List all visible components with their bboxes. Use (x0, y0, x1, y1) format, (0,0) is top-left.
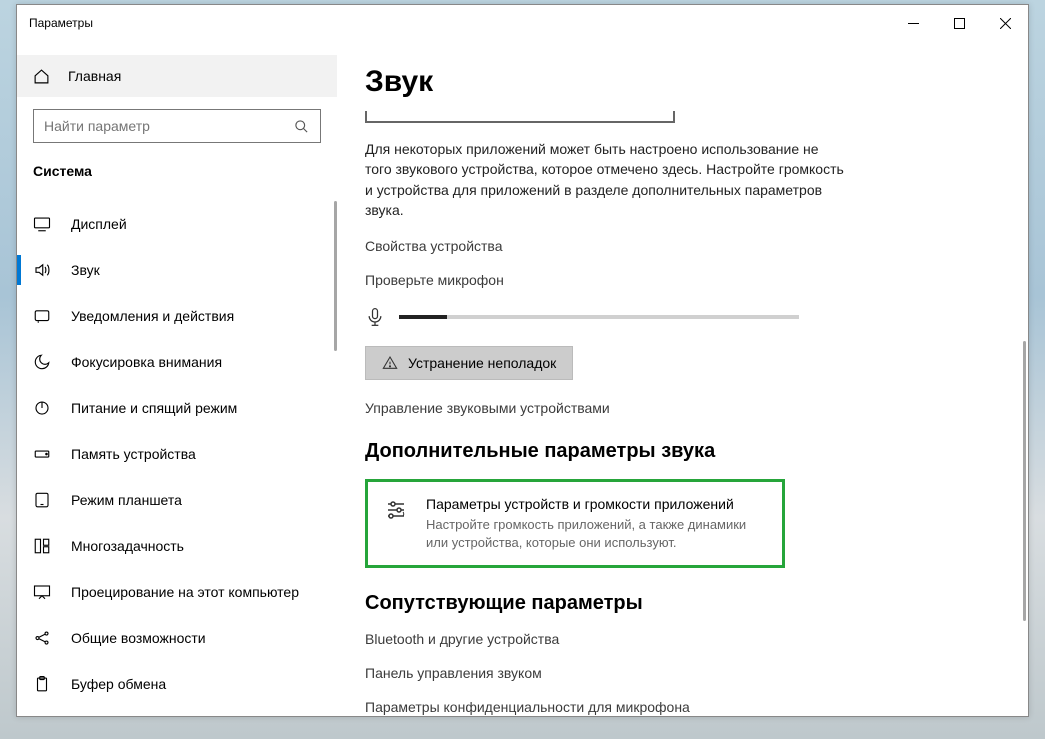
sidebar-home-label: Главная (68, 68, 121, 84)
search-box[interactable] (33, 109, 321, 143)
advanced-heading: Дополнительные параметры звука (365, 440, 988, 463)
sidebar-item-clipboard[interactable]: Буфер обмена (17, 661, 337, 707)
shared-icon (33, 629, 51, 647)
clipboard-icon (33, 675, 51, 693)
sidebar: Главная Система Дисплей (17, 41, 337, 716)
sidebar-item-notifications[interactable]: Уведомления и действия (17, 293, 337, 339)
sidebar-item-label: Проецирование на этот компьютер (71, 584, 299, 600)
sliders-icon (384, 496, 408, 551)
mic-icon (365, 306, 385, 328)
moon-icon (33, 353, 51, 371)
sidebar-item-shared[interactable]: Общие возможности (17, 615, 337, 661)
multitask-icon (33, 537, 51, 555)
maximize-button[interactable] (936, 5, 982, 41)
content: Главная Система Дисплей (17, 41, 1028, 716)
related-bluetooth-link[interactable]: Bluetooth и другие устройства (365, 631, 988, 647)
sound-icon (33, 261, 51, 279)
sidebar-item-projecting[interactable]: Проецирование на этот компьютер (17, 569, 337, 615)
sidebar-item-label: Многозадачность (71, 538, 184, 554)
truncated-select-bottom[interactable] (365, 111, 675, 123)
titlebar: Параметры (17, 5, 1028, 41)
search-icon (294, 119, 310, 134)
notifications-icon (33, 307, 51, 325)
sidebar-item-power[interactable]: Питание и спящий режим (17, 385, 337, 431)
window-title: Параметры (29, 16, 93, 30)
related-heading: Сопутствующие параметры (365, 592, 988, 615)
test-mic-label: Проверьте микрофон (365, 272, 988, 288)
sidebar-item-tablet[interactable]: Режим планшета (17, 477, 337, 523)
sidebar-item-label: Звук (71, 262, 100, 278)
sidebar-item-label: Режим планшета (71, 492, 182, 508)
main-panel: Звук Для некоторых приложений может быть… (337, 41, 1028, 716)
close-button[interactable] (982, 5, 1028, 41)
project-icon (33, 583, 51, 601)
search-wrap (17, 97, 337, 151)
sidebar-home[interactable]: Главная (17, 55, 337, 97)
scrollbar[interactable] (1023, 341, 1026, 621)
troubleshoot-label: Устранение неполадок (408, 355, 556, 371)
card-desc: Настройте громкость приложений, а также … (426, 516, 766, 551)
card-title: Параметры устройств и громкости приложен… (426, 496, 766, 512)
app-volume-card[interactable]: Параметры устройств и громкости приложен… (365, 479, 785, 568)
related-mic-privacy-link[interactable]: Параметры конфиденциальности для микрофо… (365, 699, 988, 715)
sidebar-item-sound[interactable]: Звук (17, 247, 337, 293)
device-properties-link[interactable]: Свойства устройства (365, 238, 988, 254)
sidebar-item-storage[interactable]: Память устройства (17, 431, 337, 477)
sidebar-item-multitask[interactable]: Многозадачность (17, 523, 337, 569)
display-icon (33, 215, 51, 233)
mic-level-bar (399, 315, 799, 319)
sidebar-item-display[interactable]: Дисплей (17, 201, 337, 247)
sidebar-nav: Дисплей Звук Уведомления и действия (17, 201, 337, 707)
settings-window: Параметры Главная (16, 4, 1029, 717)
tablet-icon (33, 491, 51, 509)
sidebar-item-label: Уведомления и действия (71, 308, 234, 324)
sidebar-item-label: Память устройства (71, 446, 196, 462)
page-description: Для некоторых приложений может быть наст… (365, 139, 845, 220)
sidebar-item-label: Буфер обмена (71, 676, 166, 692)
manage-devices-link[interactable]: Управление звуковыми устройствами (365, 400, 988, 416)
card-text: Параметры устройств и громкости приложен… (426, 496, 766, 551)
sidebar-item-label: Фокусировка внимания (71, 354, 222, 370)
sidebar-item-label: Дисплей (71, 216, 127, 232)
sidebar-section-label: Система (17, 151, 337, 189)
power-icon (33, 399, 51, 417)
search-input[interactable] (44, 118, 294, 134)
troubleshoot-button[interactable]: Устранение неполадок (365, 346, 573, 380)
storage-icon (33, 445, 51, 463)
sidebar-item-label: Питание и спящий режим (71, 400, 237, 416)
page-heading: Звук (365, 65, 988, 99)
minimize-button[interactable] (890, 5, 936, 41)
mic-test-row (365, 306, 988, 328)
window-controls (890, 5, 1028, 41)
sidebar-item-focus[interactable]: Фокусировка внимания (17, 339, 337, 385)
sidebar-item-label: Общие возможности (71, 630, 206, 646)
related-sound-panel-link[interactable]: Панель управления звуком (365, 665, 988, 681)
warning-icon (382, 355, 398, 371)
home-icon (33, 68, 50, 85)
